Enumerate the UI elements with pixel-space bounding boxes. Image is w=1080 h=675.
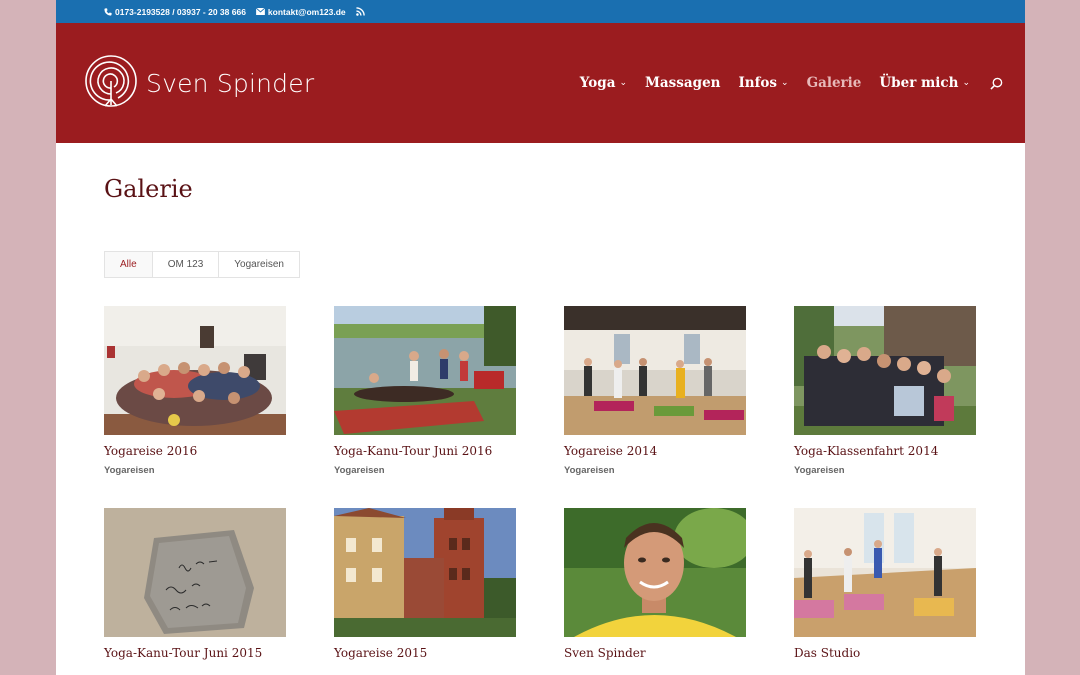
top-bar: 0173-2193528 / 03937 - 20 38 666 kontakt…	[56, 0, 1025, 23]
gallery-filter-bar: Alle OM 123 Yogareisen	[104, 251, 300, 278]
gallery-item: Sven Spinder	[564, 508, 746, 667]
gallery-thumbnail[interactable]	[564, 508, 746, 637]
gallery-thumbnail[interactable]	[794, 306, 976, 435]
nav-item-yoga[interactable]: Yoga ⌄	[580, 75, 627, 91]
gallery-item: Das Studio	[794, 508, 976, 667]
gallery-thumbnail[interactable]	[334, 306, 516, 435]
gallery-thumbnail[interactable]	[104, 508, 286, 637]
gallery-thumbnail[interactable]	[334, 508, 516, 637]
nav-item-label: Infos	[738, 75, 778, 91]
nav-item-infos[interactable]: Infos ⌄	[738, 75, 788, 91]
rss-icon[interactable]	[355, 7, 365, 16]
brand-name: Sven Spinder	[146, 68, 315, 98]
chevron-down-icon: ⌄	[619, 78, 627, 88]
page-title: Galerie	[104, 175, 193, 203]
gallery-thumbnail[interactable]	[564, 306, 746, 435]
nav-item-massagen[interactable]: Massagen	[645, 75, 720, 91]
gallery-item-title[interactable]: Yoga-Kanu-Tour Juni 2015	[104, 646, 286, 660]
page: 0173-2193528 / 03937 - 20 38 666 kontakt…	[56, 0, 1025, 675]
phone-number: 0173-2193528 / 03937 - 20 38 666	[115, 6, 246, 17]
nav-item-label: Über mich	[879, 75, 959, 91]
site-logo[interactable]: Sven Spinder	[82, 55, 314, 111]
phone-contact[interactable]: 0173-2193528 / 03937 - 20 38 666	[104, 7, 246, 17]
gallery-item-title[interactable]: Yogareise 2014	[564, 444, 746, 458]
email-contact[interactable]: kontakt@om123.de	[255, 6, 346, 17]
gallery-item-title[interactable]: Yogareise 2016	[104, 444, 286, 458]
search-icon[interactable]	[990, 77, 1003, 90]
chevron-down-icon: ⌄	[962, 78, 970, 88]
site-header: Sven Spinder Yoga ⌄ Massagen Infos ⌄ Gal…	[56, 23, 1025, 143]
filter-alle[interactable]: Alle	[105, 252, 153, 277]
gallery-item-category[interactable]: Yogareisen	[794, 465, 976, 476]
nav-item-ueber-mich[interactable]: Über mich ⌄	[879, 75, 970, 91]
gallery-item: Yoga-Kanu-Tour Juni 2016 Yogareisen	[334, 306, 516, 476]
nav-item-label: Galerie	[806, 75, 862, 91]
email-address: kontakt@om123.de	[267, 6, 346, 17]
phone-icon	[104, 7, 112, 16]
gallery-item: Yogareise 2015	[334, 508, 516, 667]
filter-om-123[interactable]: OM 123	[152, 252, 220, 277]
nav-item-label: Massagen	[644, 75, 721, 91]
labyrinth-tree-logo-icon	[85, 55, 137, 107]
gallery-thumbnail[interactable]	[794, 508, 976, 637]
mail-icon	[255, 8, 265, 15]
gallery-item-title[interactable]: Yoga-Klassenfahrt 2014	[794, 444, 976, 458]
gallery-item: Yogareise 2014 Yogareisen	[564, 306, 746, 476]
gallery-item: Yoga-Kanu-Tour Juni 2015	[104, 508, 286, 667]
filter-yogareisen[interactable]: Yogareisen	[219, 252, 299, 277]
gallery-item-title[interactable]: Yoga-Kanu-Tour Juni 2016	[334, 444, 516, 458]
main-navigation: Yoga ⌄ Massagen Infos ⌄ Galerie Über mic…	[580, 75, 1003, 91]
gallery-item: Yogareise 2016 Yogareisen	[104, 306, 286, 476]
gallery-thumbnail[interactable]	[104, 306, 286, 435]
gallery-item-title[interactable]: Yogareise 2015	[334, 646, 516, 660]
main-content: Galerie Alle OM 123 Yogareisen Yogareise…	[56, 175, 1025, 667]
chevron-down-icon: ⌄	[781, 78, 789, 88]
gallery-item-category[interactable]: Yogareisen	[564, 465, 746, 476]
gallery-item-title[interactable]: Sven Spinder	[564, 646, 746, 660]
gallery-grid: Yogareise 2016 Yogareisen Yoga-Kanu-Tour…	[104, 306, 1025, 667]
gallery-item-category[interactable]: Yogareisen	[104, 465, 286, 476]
gallery-item-category[interactable]: Yogareisen	[334, 465, 516, 476]
nav-item-galerie[interactable]: Galerie	[807, 75, 862, 91]
nav-item-label: Yoga	[579, 75, 616, 91]
gallery-item: Yoga-Klassenfahrt 2014 Yogareisen	[794, 306, 976, 476]
gallery-item-title[interactable]: Das Studio	[794, 646, 976, 660]
